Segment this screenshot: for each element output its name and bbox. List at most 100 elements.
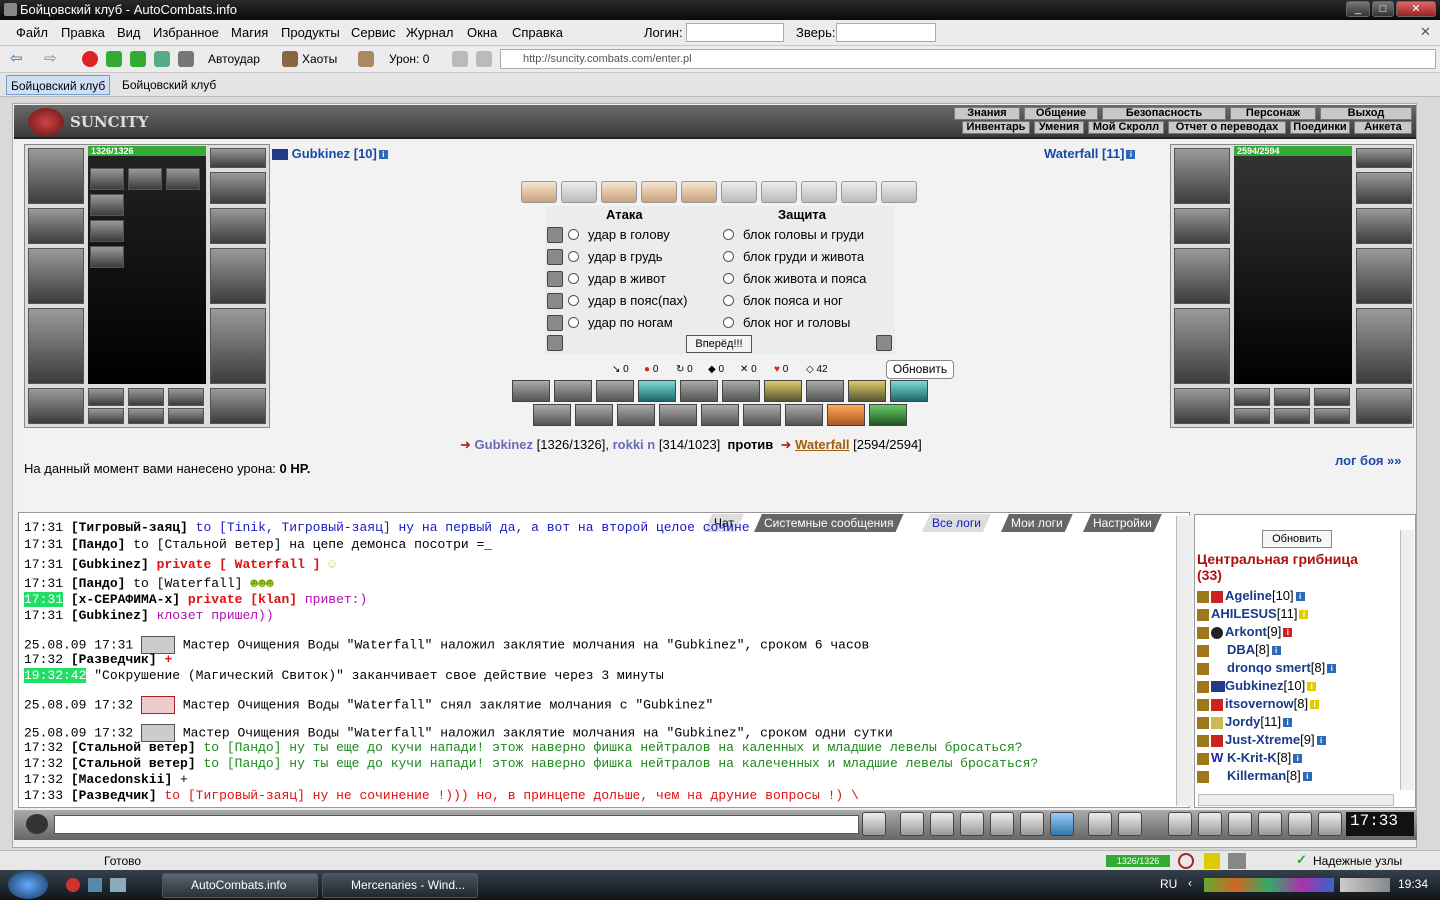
nav-character[interactable]: Персонаж bbox=[1230, 107, 1316, 120]
chaos-button[interactable]: Хаоты bbox=[302, 50, 337, 68]
attack-toggle-4[interactable] bbox=[547, 293, 563, 309]
tab-active[interactable]: Бойцовский клуб bbox=[6, 75, 111, 95]
nav-battles[interactable]: Поединки bbox=[1290, 121, 1350, 134]
info-icon[interactable]: i bbox=[378, 150, 388, 160]
chat-scrollbar[interactable] bbox=[1176, 516, 1190, 806]
menu-view[interactable]: Вид bbox=[117, 25, 141, 40]
refresh-button[interactable]: Обновить bbox=[886, 360, 954, 379]
skill-5[interactable] bbox=[680, 380, 718, 402]
skill-14[interactable] bbox=[659, 404, 697, 426]
tab-system[interactable]: Системные сообщения bbox=[754, 514, 904, 532]
user-row[interactable]: Ageline[10] i bbox=[1197, 588, 1305, 603]
nav-communication[interactable]: Общение bbox=[1024, 107, 1098, 120]
enemy-item-slot-d[interactable] bbox=[1234, 408, 1270, 424]
scroll-slot-2[interactable] bbox=[561, 181, 597, 203]
battle-log-link[interactable]: лог боя »» bbox=[1335, 453, 1402, 468]
bag-icon[interactable] bbox=[1168, 812, 1192, 836]
attack-radio-2[interactable] bbox=[568, 251, 579, 262]
pet-slot[interactable] bbox=[90, 246, 124, 268]
skill-12[interactable] bbox=[575, 404, 613, 426]
attack-toggle-1[interactable] bbox=[547, 227, 563, 243]
close-bar-icon[interactable]: ✕ bbox=[1420, 24, 1431, 40]
filter-icon[interactable] bbox=[476, 51, 492, 67]
enemy-item-slot-e[interactable] bbox=[1274, 408, 1310, 424]
autoudar-button[interactable]: Автоудар bbox=[208, 50, 260, 68]
music-icon[interactable] bbox=[1050, 812, 1074, 836]
block-radio-1[interactable] bbox=[723, 229, 734, 240]
skill-9[interactable] bbox=[848, 380, 886, 402]
explorer-icon[interactable] bbox=[110, 878, 126, 892]
attack-radio-1[interactable] bbox=[568, 229, 579, 240]
attack-option-chest[interactable]: удар в грудь bbox=[588, 249, 663, 264]
skill-13[interactable] bbox=[617, 404, 655, 426]
legs-slot[interactable] bbox=[210, 308, 266, 384]
forward-button[interactable]: Вперёд!!! bbox=[686, 335, 752, 353]
user-row[interactable]: itsovernow[8] i bbox=[1197, 696, 1320, 711]
scroll-slot-5[interactable] bbox=[681, 181, 717, 203]
speak-icon[interactable] bbox=[26, 814, 48, 834]
user-row[interactable]: Gubkinez[10] i bbox=[1197, 678, 1317, 693]
block-radio-2[interactable] bbox=[723, 251, 734, 262]
enemy-legs-slot[interactable] bbox=[1356, 308, 1412, 384]
block-option-chest-belly[interactable]: блок груди и живота bbox=[743, 249, 864, 264]
pose-icon[interactable] bbox=[990, 812, 1014, 836]
stop-icon[interactable] bbox=[82, 51, 98, 67]
attack-option-belly[interactable]: удар в живот bbox=[588, 271, 666, 286]
enemy-gloves-slot[interactable] bbox=[1356, 208, 1412, 244]
scroll-slot-6[interactable] bbox=[721, 181, 757, 203]
spell-slot-2[interactable] bbox=[128, 168, 162, 190]
warning-icon[interactable] bbox=[1204, 853, 1220, 869]
skill-4[interactable] bbox=[638, 380, 676, 402]
start-button[interactable] bbox=[8, 871, 48, 899]
tab-second[interactable]: Бойцовский клуб bbox=[118, 75, 220, 95]
team1-player1[interactable]: Gubkinez bbox=[475, 437, 534, 452]
scroll-slot-8[interactable] bbox=[801, 181, 837, 203]
shield-right-icon[interactable] bbox=[876, 335, 892, 351]
scroll-icon[interactable] bbox=[1198, 812, 1222, 836]
attack-toggle-2[interactable] bbox=[547, 249, 563, 265]
gloves-slot[interactable] bbox=[210, 208, 266, 244]
enemy-amulet-slot[interactable] bbox=[1356, 172, 1412, 204]
attack-option-head[interactable]: удар в голову bbox=[588, 227, 670, 242]
task-autocombats[interactable]: AutoCombats.info bbox=[162, 873, 318, 898]
menu-favorites[interactable]: Избранное bbox=[153, 25, 219, 40]
item-slot-d[interactable] bbox=[88, 408, 124, 424]
tab-settings[interactable]: Настройки bbox=[1083, 514, 1162, 532]
clan-chat-icon[interactable] bbox=[1118, 812, 1142, 836]
menu-magic[interactable]: Магия bbox=[231, 25, 268, 40]
item-slot-e[interactable] bbox=[128, 408, 164, 424]
enemy-belt-slot[interactable] bbox=[1174, 388, 1230, 424]
scroll-slot-9[interactable] bbox=[841, 181, 877, 203]
spell-slot-4[interactable] bbox=[90, 194, 124, 216]
block-option-belt-legs[interactable]: блок пояса и ног bbox=[743, 293, 843, 308]
skill-7[interactable] bbox=[764, 380, 802, 402]
player-name[interactable]: Gubkinez [10] i bbox=[272, 146, 388, 161]
block-radio-4[interactable] bbox=[723, 295, 734, 306]
item-slot-f[interactable] bbox=[168, 408, 204, 424]
enemy-name[interactable]: Waterfall [11] i bbox=[1044, 146, 1136, 161]
block-option-belly-belt[interactable]: блок живота и пояса bbox=[743, 271, 866, 286]
menu-edit[interactable]: Правка bbox=[61, 25, 105, 40]
user-row[interactable]: W K-Krit-K[8] i bbox=[1197, 750, 1303, 765]
tab-my-logs[interactable]: Мои логи bbox=[1001, 514, 1073, 532]
block-option-head-chest[interactable]: блок головы и груди bbox=[743, 227, 864, 242]
tray-system-icons[interactable] bbox=[1340, 878, 1390, 892]
helmet-slot[interactable] bbox=[28, 148, 84, 204]
block-radio-3[interactable] bbox=[723, 273, 734, 284]
menu-products[interactable]: Продукты bbox=[281, 25, 340, 40]
skill-15[interactable] bbox=[701, 404, 739, 426]
enemy-boots-slot[interactable] bbox=[1356, 388, 1412, 424]
menu-service[interactable]: Сервис bbox=[351, 25, 396, 40]
scroll-slot-10[interactable] bbox=[881, 181, 917, 203]
user-row[interactable]: Killerman[8] i bbox=[1197, 768, 1312, 783]
home-icon[interactable] bbox=[154, 51, 170, 67]
skill-8[interactable] bbox=[806, 380, 844, 402]
keyboard-icon[interactable] bbox=[960, 812, 984, 836]
item-slot-c[interactable] bbox=[168, 388, 204, 406]
enemy-weapon-slot[interactable] bbox=[1174, 248, 1230, 304]
earring-slot[interactable] bbox=[210, 148, 266, 168]
login-select[interactable] bbox=[686, 23, 784, 42]
timer-icon[interactable] bbox=[1178, 853, 1194, 869]
weapon-slot[interactable] bbox=[28, 248, 84, 304]
skill-17[interactable] bbox=[785, 404, 823, 426]
